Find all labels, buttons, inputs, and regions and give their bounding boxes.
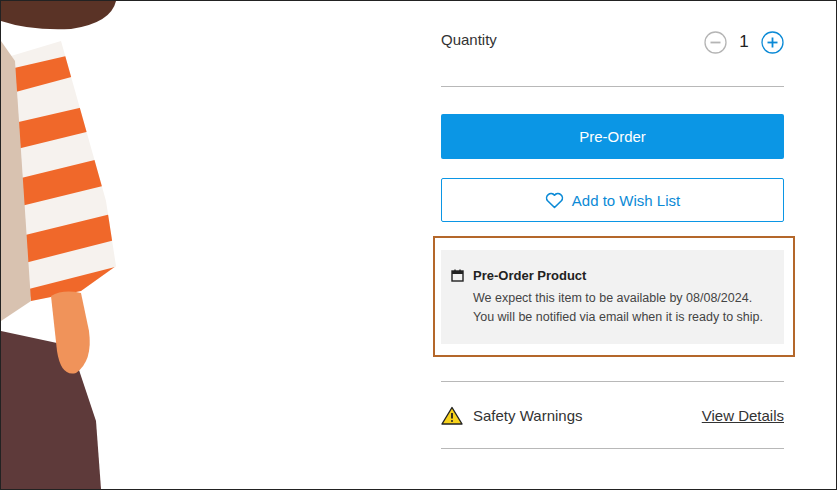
- increment-button[interactable]: [761, 31, 784, 54]
- warning-icon: [441, 406, 463, 425]
- minus-icon: [704, 31, 727, 54]
- quantity-value[interactable]: 1: [737, 32, 751, 52]
- safety-label: Safety Warnings: [473, 407, 583, 424]
- divider: [441, 448, 784, 449]
- heart-icon: [545, 192, 564, 209]
- plus-icon: [761, 31, 784, 54]
- notice-header: Pre-Order Product: [451, 268, 774, 283]
- preorder-highlight: Pre-Order Product We expect this item to …: [433, 236, 795, 357]
- product-image: [1, 1, 441, 489]
- notice-title: Pre-Order Product: [473, 268, 586, 283]
- view-details-link[interactable]: View Details: [702, 407, 784, 424]
- quantity-label: Quantity: [441, 31, 497, 48]
- calendar-icon: [451, 269, 464, 282]
- safety-label-group: Safety Warnings: [441, 406, 583, 425]
- divider: [441, 86, 784, 87]
- product-photo-icon: [1, 1, 441, 489]
- preorder-button[interactable]: Pre-Order: [441, 114, 784, 159]
- decrement-button: [704, 31, 727, 54]
- quantity-row: Quantity 1: [441, 29, 784, 55]
- preorder-notice: Pre-Order Product We expect this item to …: [441, 250, 784, 344]
- safety-row: Safety Warnings View Details: [441, 382, 784, 448]
- wishlist-label: Add to Wish List: [572, 192, 680, 209]
- divider: [441, 381, 784, 382]
- quantity-stepper: 1: [704, 31, 784, 54]
- wishlist-button[interactable]: Add to Wish List: [441, 178, 784, 222]
- notice-message: We expect this item to be available by 0…: [473, 289, 774, 326]
